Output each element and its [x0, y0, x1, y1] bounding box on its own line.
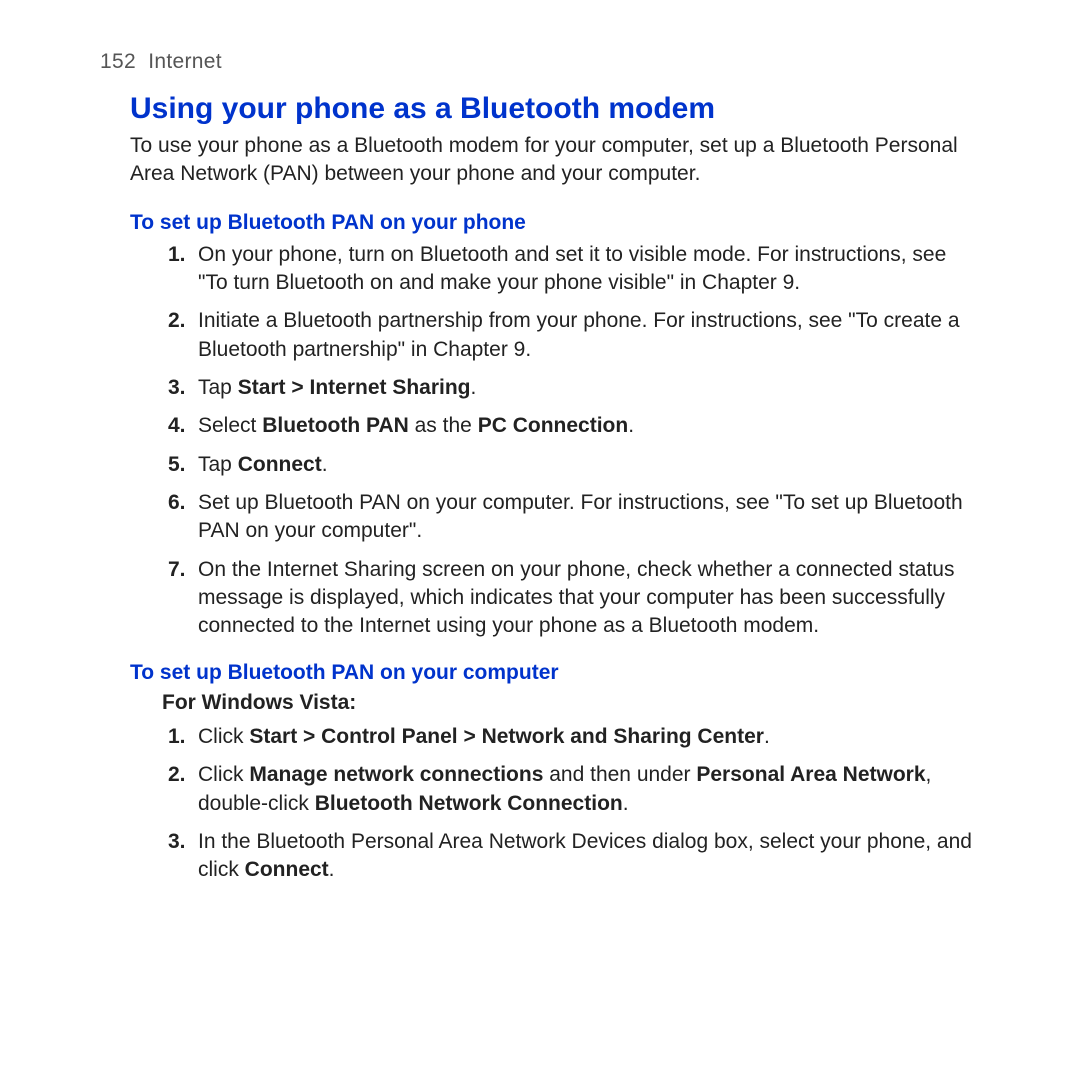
section1-heading: To set up Bluetooth PAN on your phone	[130, 211, 980, 235]
bold-text: Start > Internet Sharing	[238, 376, 471, 399]
step-number: 3.	[168, 828, 186, 856]
bold-text: PC Connection	[478, 414, 629, 437]
section2-steps: 1.Click Start > Control Panel > Network …	[168, 723, 980, 885]
step-number: 1.	[168, 723, 186, 751]
step-number: 5.	[168, 451, 186, 479]
main-heading: Using your phone as a Bluetooth modem	[130, 92, 980, 126]
page-header: 152 Internet	[100, 50, 980, 74]
step-number: 2.	[168, 307, 186, 335]
bold-text: Personal Area Network	[696, 763, 925, 786]
bold-text: Connect	[245, 858, 329, 881]
list-item: 4.Select Bluetooth PAN as the PC Connect…	[168, 412, 980, 440]
list-item: 3.In the Bluetooth Personal Area Network…	[168, 828, 980, 885]
section2-heading: To set up Bluetooth PAN on your computer	[130, 661, 980, 685]
step-number: 2.	[168, 761, 186, 789]
os-label: For Windows Vista:	[162, 691, 980, 715]
step-number: 1.	[168, 241, 186, 269]
step-number: 3.	[168, 374, 186, 402]
section1-steps: 1.On your phone, turn on Bluetooth and s…	[168, 241, 980, 641]
step-number: 6.	[168, 489, 186, 517]
bold-text: Manage network connections	[249, 763, 543, 786]
list-item: 6.Set up Bluetooth PAN on your computer.…	[168, 489, 980, 546]
list-item: 2.Click Manage network connections and t…	[168, 761, 980, 818]
list-item: 2.Initiate a Bluetooth partnership from …	[168, 307, 980, 364]
bold-text: Bluetooth PAN	[262, 414, 409, 437]
list-item: 1.Click Start > Control Panel > Network …	[168, 723, 980, 751]
list-item: 5.Tap Connect.	[168, 451, 980, 479]
bold-text: Connect	[238, 453, 322, 476]
list-item: 7.On the Internet Sharing screen on your…	[168, 556, 980, 641]
bold-text: Bluetooth Network Connection	[315, 792, 623, 815]
list-item: 3.Tap Start > Internet Sharing.	[168, 374, 980, 402]
intro-paragraph: To use your phone as a Bluetooth modem f…	[130, 132, 980, 189]
section-name: Internet	[148, 50, 222, 73]
bold-text: Start > Control Panel > Network and Shar…	[249, 725, 764, 748]
step-number: 7.	[168, 556, 186, 584]
page-number: 152	[100, 50, 136, 73]
step-number: 4.	[168, 412, 186, 440]
list-item: 1.On your phone, turn on Bluetooth and s…	[168, 241, 980, 298]
